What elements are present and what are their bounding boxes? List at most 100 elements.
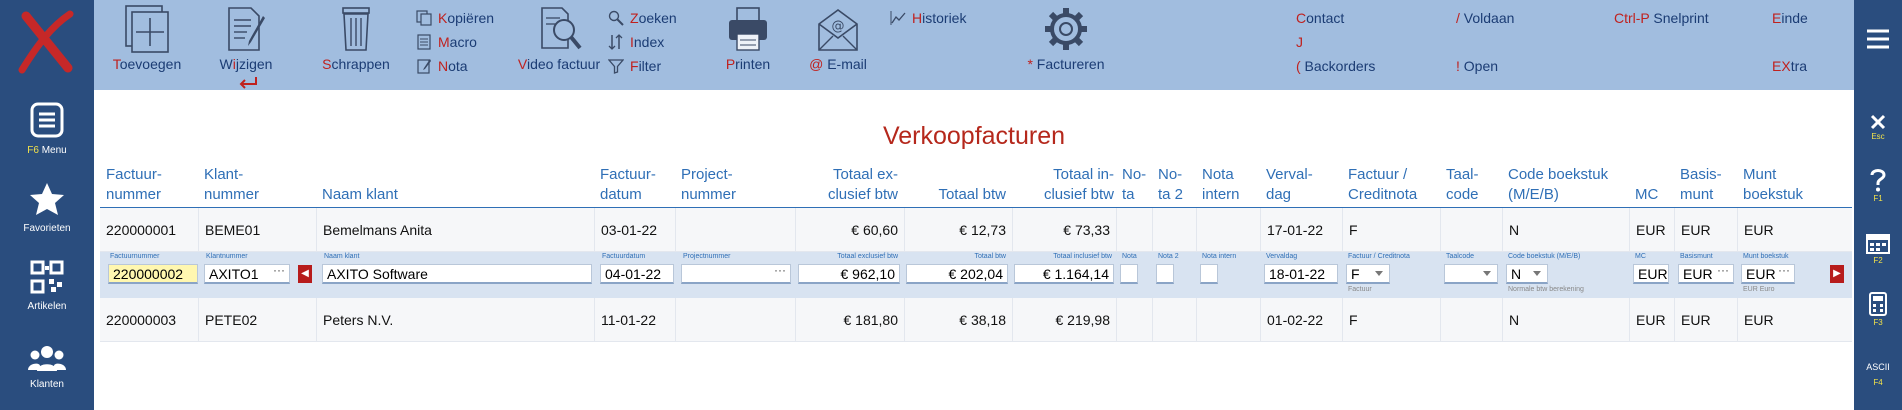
voldaan-button[interactable]: / Voldaan (1456, 10, 1514, 26)
historiek-button[interactable]: Historiek (890, 10, 966, 26)
header-factuurnummer[interactable]: Factuur-nummer (106, 165, 162, 205)
edit-projectnummer[interactable]: Projectnummer ··· (681, 252, 795, 298)
nota-2-field[interactable] (1156, 264, 1174, 284)
klantnummer-lookup-icon[interactable]: ··· (273, 265, 285, 279)
header-vervaldag[interactable]: Verval-dag (1266, 165, 1313, 205)
factuurnummer-field[interactable]: 220000002 (108, 264, 198, 284)
edit-nota-intern[interactable]: Nota intern (1200, 252, 1236, 298)
wijzigen-button[interactable]: Wijzigen (214, 4, 278, 89)
edit-nota[interactable]: Nota (1120, 252, 1142, 298)
header-totaal-exclusief[interactable]: Totaal ex-clusief btw (800, 165, 898, 205)
munt-boekstuk-lookup-icon[interactable]: ··· (1778, 265, 1790, 279)
taalcode-select[interactable] (1444, 264, 1498, 284)
filter-button[interactable]: Filter (608, 58, 661, 74)
munt-boekstuk-field[interactable]: EUR ··· (1741, 264, 1795, 284)
help-button[interactable]: F1 (1854, 168, 1902, 203)
index-button[interactable]: Index (608, 34, 664, 50)
header-munt-boekstuk[interactable]: Munt boekstuk (1743, 165, 1803, 205)
schrappen-button[interactable]: Schrappen (320, 4, 392, 72)
edit-basismunt[interactable]: Basismunt EUR ··· (1678, 252, 1738, 298)
ascii-button[interactable]: ASCII F4 (1854, 362, 1902, 387)
calendar-button[interactable]: F2 (1854, 232, 1902, 265)
menu-nav-item[interactable]: F6 Menu (0, 102, 94, 156)
header-taalcode[interactable]: Taal-code (1446, 165, 1479, 205)
header-totaal-btw[interactable]: Totaal btw (900, 185, 1006, 205)
hamburger-menu-button[interactable] (1854, 28, 1902, 52)
favorieten-nav-item[interactable]: Favorieten (0, 182, 94, 234)
snelprint-button[interactable]: Ctrl-P Snelprint (1614, 10, 1709, 26)
factuurdatum-field[interactable]: 04-01-22 (600, 264, 674, 284)
header-nota-2[interactable]: No-ta 2 (1158, 165, 1183, 205)
basismunt-lookup-icon[interactable]: ··· (1717, 265, 1729, 279)
macro-button[interactable]: Macro (416, 34, 477, 50)
printen-button[interactable]: Printen (718, 4, 778, 72)
edit-taalcode[interactable]: Taalcode (1444, 252, 1502, 298)
munt-boekstuk-value: EUR (1746, 266, 1776, 282)
edit-nota-2[interactable]: Nota 2 (1156, 252, 1179, 298)
nota-button[interactable]: Nota (416, 58, 468, 74)
edit-document-icon (228, 7, 265, 51)
close-button[interactable]: Esc (1854, 114, 1902, 141)
calculator-button[interactable]: F3 (1854, 292, 1902, 327)
artikelen-nav-item[interactable]: Artikelen (0, 260, 94, 312)
j-button[interactable]: J (1296, 34, 1303, 50)
header-naam-klant[interactable]: Naam klant (322, 185, 398, 205)
code-boekstuk-select[interactable]: N (1506, 264, 1548, 284)
toevoegen-button[interactable]: Toevoegen (110, 4, 184, 72)
header-basismunt[interactable]: Basis-munt (1680, 165, 1722, 205)
left-sidebar: F6 Menu Favorieten Artikelen Klanten (0, 0, 94, 410)
vervaldag-field[interactable]: 18-01-22 (1264, 264, 1338, 284)
mc-field[interactable]: EUR (1633, 264, 1669, 284)
basismunt-field[interactable]: EUR ··· (1678, 264, 1734, 284)
projectnummer-field[interactable]: ··· (681, 264, 791, 284)
einde-button[interactable]: Einde (1772, 10, 1808, 26)
edit-totaal-exclusief[interactable]: Totaal exclusief btw € 962,10 (798, 252, 904, 298)
zoeken-button[interactable]: Zoeken (608, 10, 677, 26)
totaal-inclusief-field[interactable]: € 1.164,14 (1014, 264, 1114, 284)
previous-record-arrow-icon[interactable]: ◀ (298, 265, 312, 283)
kopieren-button[interactable]: Kopiëren (416, 10, 494, 26)
totaal-btw-field[interactable]: € 202,04 (906, 264, 1008, 284)
open-button[interactable]: ! Open (1456, 58, 1498, 74)
edit-naam-klant[interactable]: Naam klant AXITO Software (322, 252, 596, 298)
factureren-button[interactable]: * Factureren (1024, 4, 1108, 72)
backorders-button[interactable]: ( Backorders (1296, 58, 1375, 74)
video-factuur-button[interactable]: Video factuur (514, 4, 604, 72)
edit-factuurnummer[interactable]: Factuurnummer 220000002 (108, 252, 202, 298)
edit-mc[interactable]: MC EUR (1633, 252, 1673, 298)
edit-klantnummer[interactable]: Klantnummer AXITO1 ··· (204, 252, 294, 298)
contact-button[interactable]: Contact (1296, 10, 1344, 26)
edit-vervaldag[interactable]: Vervaldag 18-01-22 (1264, 252, 1342, 298)
edit-totaal-inclusief[interactable]: Totaal inclusief btw € 1.164,14 (1014, 252, 1118, 298)
nota-intern-field[interactable] (1200, 264, 1218, 284)
projectnummer-lookup-icon[interactable]: ··· (774, 265, 786, 279)
header-nota-intern[interactable]: Nota intern (1202, 165, 1240, 205)
header-nota[interactable]: No-ta (1122, 165, 1146, 205)
edit-code-boekstuk[interactable]: Code boekstuk (M/E/B) N Normale btw bere… (1506, 252, 1584, 298)
header-projectnummer[interactable]: Project-nummer (681, 165, 736, 205)
edit-factuurdatum[interactable]: Factuurdatum 04-01-22 (600, 252, 678, 298)
header-code-boekstuk[interactable]: Code boekstuk (M/E/B) (1508, 165, 1608, 205)
header-mc[interactable]: MC (1635, 185, 1658, 205)
edit-munt-boekstuk[interactable]: Munt boekstuk EUR ··· EUR Euro (1741, 252, 1799, 298)
email-button[interactable]: @ @ E-mail (806, 4, 870, 72)
edit-factuur-creditnota[interactable]: Factuur / Creditnota F Factuur (1346, 252, 1410, 298)
extra-button[interactable]: EXtra (1772, 58, 1807, 74)
table-row[interactable]: 220000003 PETE02 Peters N.V. 11-01-22 € … (100, 298, 1852, 342)
app-logo-icon[interactable] (12, 10, 82, 74)
table-row[interactable]: 220000001 BEME01 Bemelmans Anita 03-01-2… (100, 208, 1852, 252)
naam-klant-field[interactable]: AXITO Software (322, 264, 592, 284)
nota-field[interactable] (1120, 264, 1138, 284)
factuur-creditnota-select[interactable]: F (1346, 264, 1390, 284)
header-factuur-creditnota[interactable]: Factuur / Creditnota (1348, 165, 1417, 205)
edit-row[interactable]: Factuurnummer 220000002 Klantnummer AXIT… (100, 252, 1852, 298)
next-record-arrow-icon[interactable]: ▶ (1830, 265, 1844, 283)
cell-totaal-btw: € 38,18 (904, 298, 1012, 341)
klanten-nav-item[interactable]: Klanten (0, 344, 94, 390)
header-factuurdatum[interactable]: Factuur-datum (600, 165, 656, 205)
header-klantnummer[interactable]: Klant-nummer (204, 165, 259, 205)
edit-totaal-btw[interactable]: Totaal btw € 202,04 (906, 252, 1012, 298)
totaal-exclusief-field[interactable]: € 962,10 (798, 264, 900, 284)
klantnummer-field[interactable]: AXITO1 ··· (204, 264, 290, 284)
header-totaal-inclusief[interactable]: Totaal in-clusief btw (1010, 165, 1114, 205)
